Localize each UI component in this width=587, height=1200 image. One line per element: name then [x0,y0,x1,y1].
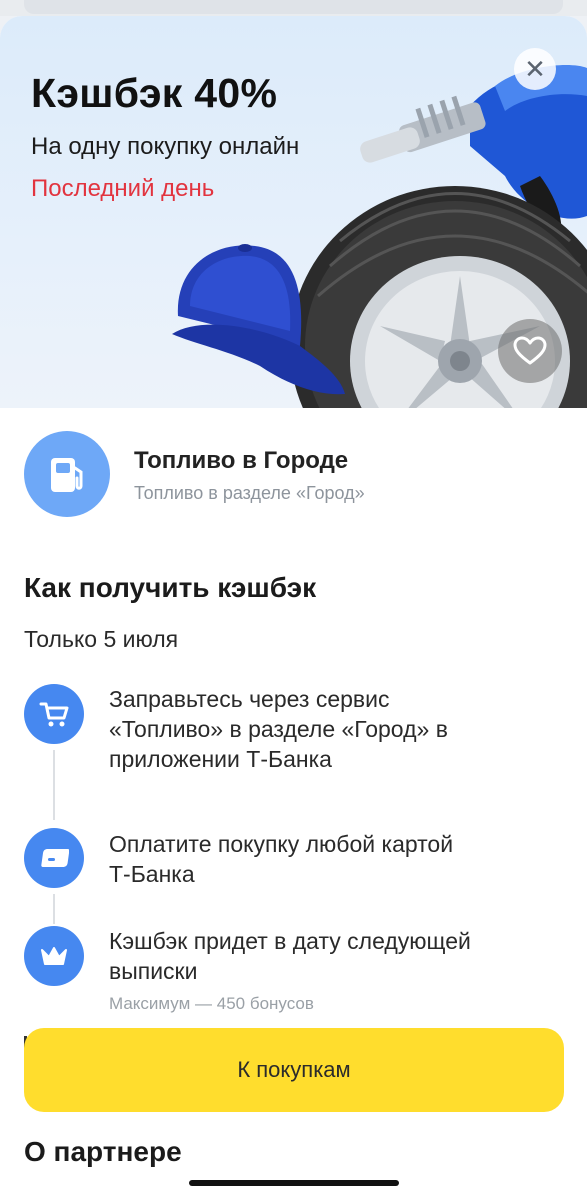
how-to-title: Как получить кэшбэк [24,572,317,603]
cart-icon [39,702,69,727]
heart-icon [513,336,547,365]
step-2-line-2: Т-Банка [109,861,195,887]
step-1-line-2: «Топливо» в разделе «Город» в [109,716,448,742]
home-indicator[interactable] [189,1180,399,1186]
crown-icon [41,947,67,965]
step-3-text: Кэшбэк придет в дату следующей выписки [109,926,539,986]
offer-sheet: Кэшбэк 40% На одну покупку онлайн Послед… [0,16,587,1200]
partner-avatar [24,431,110,517]
step-1-line-1: Заправьтесь через сервис [109,686,390,712]
step-2-badge [24,828,84,888]
step-2-line-1: Оплатите покупку любой картой [109,831,454,857]
about-partner-title: О партнере [24,1136,182,1167]
favorite-button[interactable] [498,319,562,383]
step-connector [53,894,55,924]
fuel-station-icon [51,458,83,492]
step-connector [53,750,55,820]
step-2-text: Оплатите покупку любой картой Т-Банка [109,829,539,889]
step-3-line-2: выписки [109,958,198,984]
step-1-line-3: приложении Т-Банка [109,746,332,772]
cashback-subtitle: На одну покупку онлайн [31,133,300,160]
max-bonus-note: Максимум — 450 бонусов [109,994,314,1013]
step-1-badge [24,684,84,744]
status-area [0,0,587,16]
deadline-label: Последний день [31,175,215,202]
step-3-line-1: Кэшбэк придет в дату следующей [109,928,471,954]
cashback-title: Кэшбэк 40% [31,70,278,116]
card-icon [41,849,69,867]
close-icon: ✕ [524,53,546,84]
partner-name: Топливо в Городе [134,447,349,474]
step-3-badge [24,926,84,986]
offer-period: Только 5 июля [24,626,179,652]
hero-banner: Кэшбэк 40% На одну покупку онлайн Послед… [0,16,587,408]
partner-description: Топливо в разделе «Город» [134,483,365,503]
close-button[interactable]: ✕ [514,48,556,90]
go-to-purchases-button[interactable]: К покупкам [24,1028,564,1112]
partner-row[interactable]: Топливо в Городе Топливо в разделе «Горо… [24,431,564,517]
background-sheet-edge [24,0,563,14]
step-1-text: Заправьтесь через сервис «Топливо» в раз… [109,684,539,774]
